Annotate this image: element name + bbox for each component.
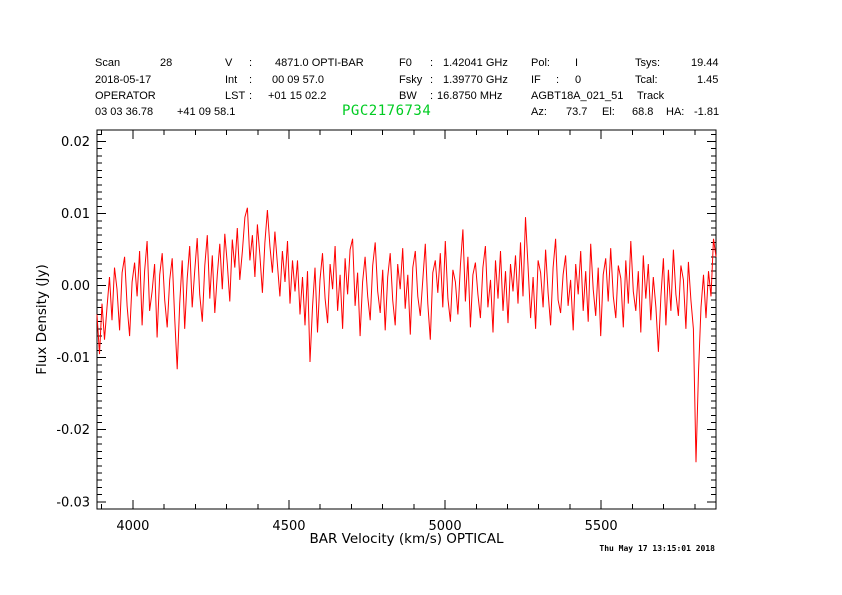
y-tick-label: -0.01 <box>56 351 90 366</box>
spectrum-plot-canvas[interactable]: 40004500500055000.020.010.00-0.01-0.02-0… <box>0 0 842 595</box>
x-tick-label: 5500 <box>585 519 618 534</box>
y-tick-label: 0.01 <box>61 207 90 222</box>
spectrum-trace <box>97 208 716 462</box>
x-tick-label: 4000 <box>116 519 149 534</box>
y-tick-label: -0.03 <box>56 495 90 510</box>
x-tick-label: 4500 <box>272 519 305 534</box>
gbtidl-plotter-window: Scan28V:4871.0 OPTI-BARF0:1.42041 GHzPol… <box>0 0 842 595</box>
y-tick-label: 0.00 <box>61 279 90 294</box>
x-axis-title: BAR Velocity (km/s) OPTICAL <box>310 531 504 547</box>
plot-timestamp: Thu May 17 13:15:01 2018 <box>599 544 715 553</box>
y-tick-label: 0.02 <box>61 135 90 150</box>
y-tick-label: -0.02 <box>56 423 90 438</box>
y-axis-title: Flux Density (Jy) <box>34 264 50 374</box>
